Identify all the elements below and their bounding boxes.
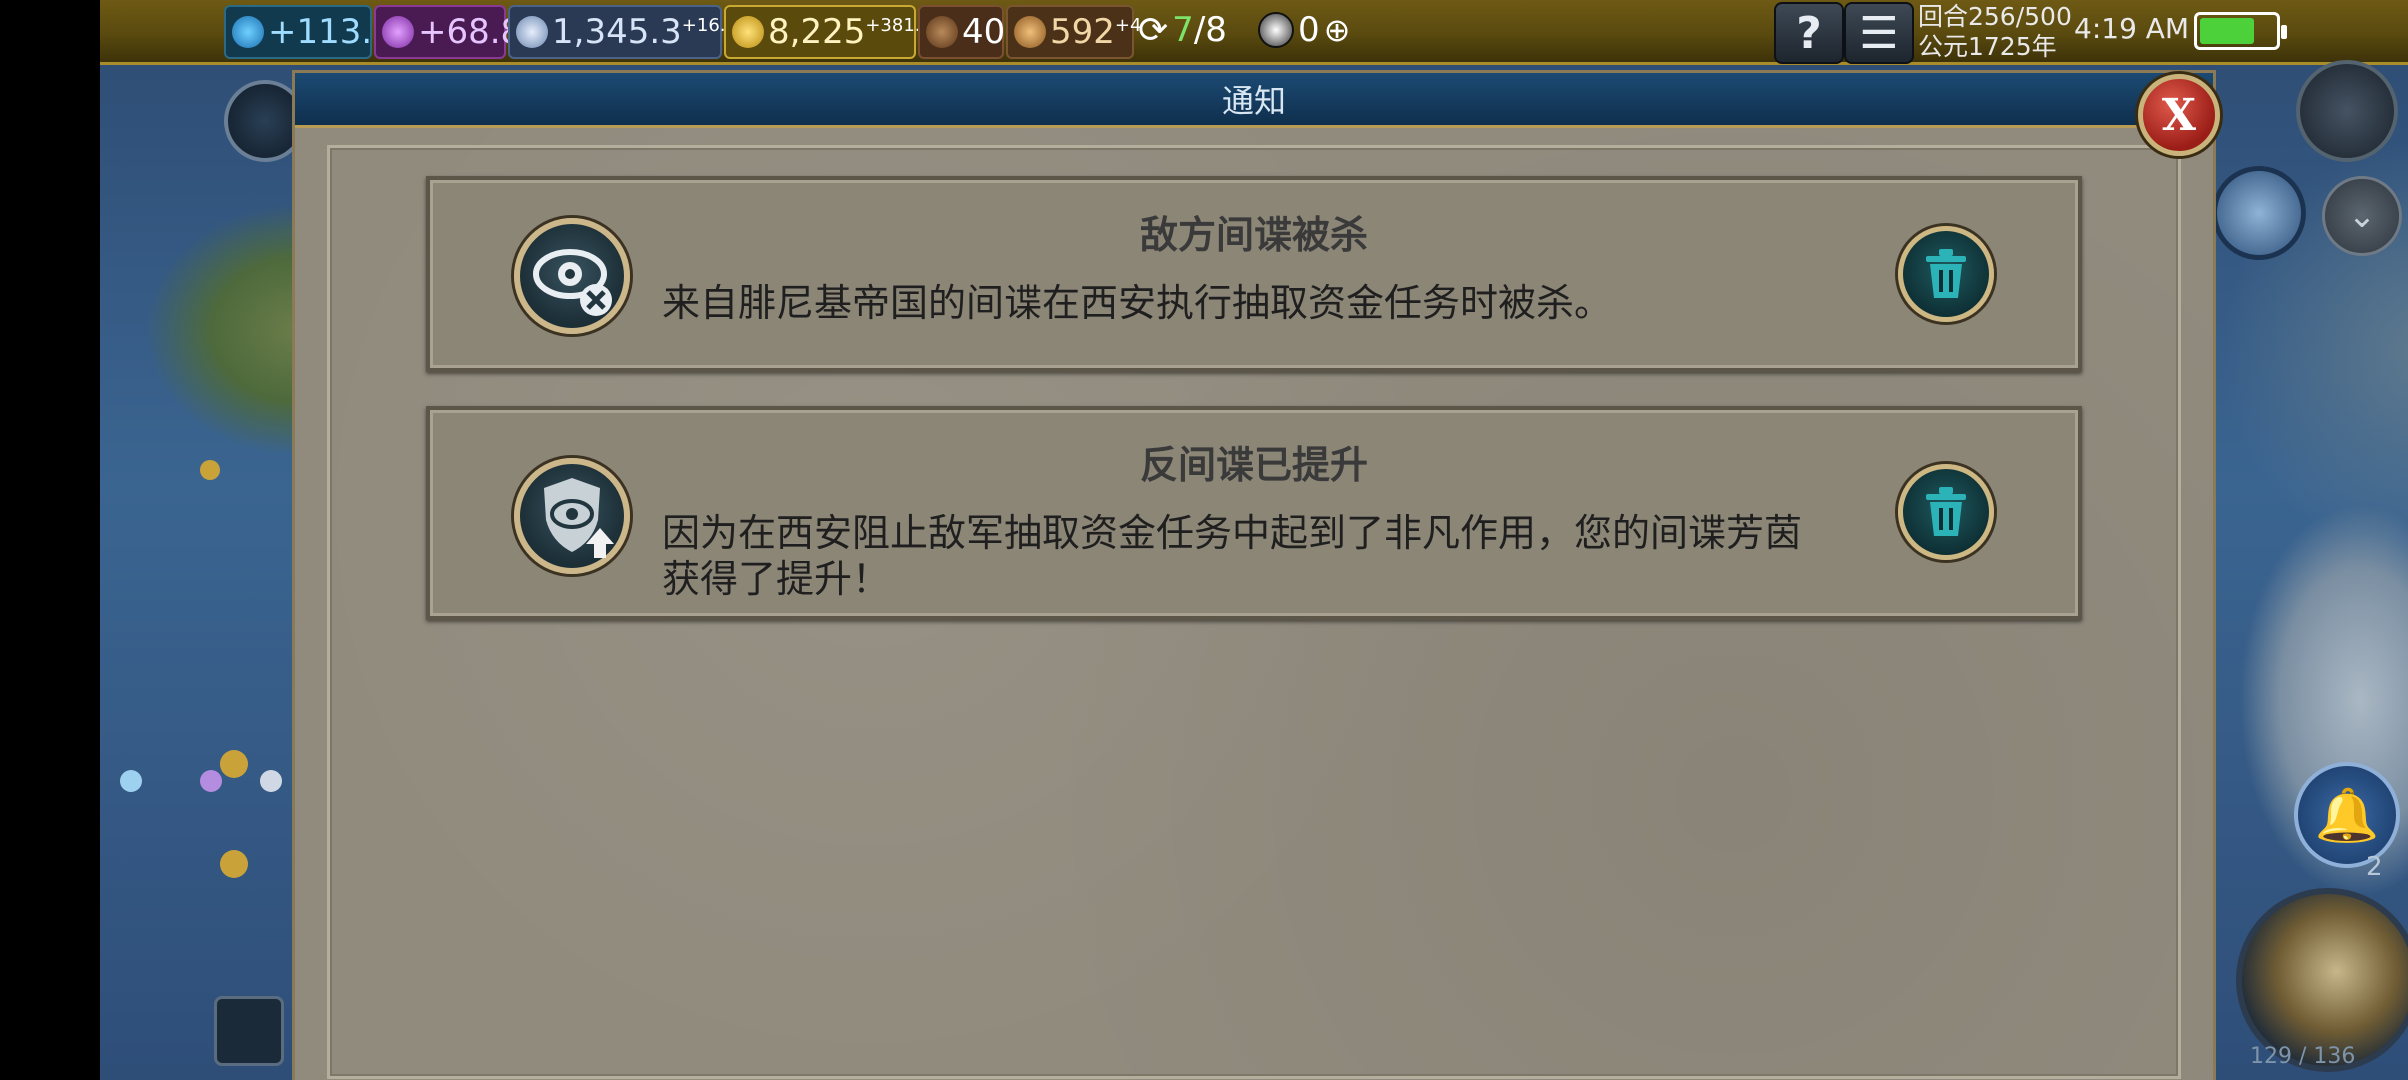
culture-icon xyxy=(382,16,414,48)
leader-portrait-button[interactable] xyxy=(2296,60,2398,162)
top-status-bar: +113.7 +68.8 1,345.3 +16.6 8,225 +381.9 … xyxy=(100,0,2408,65)
trash-icon xyxy=(1926,487,1966,536)
tourism-value: 592 xyxy=(1050,12,1115,52)
notifications-bell-button[interactable]: 🔔 xyxy=(2294,762,2400,868)
close-icon: X xyxy=(2161,89,2197,141)
trade-routes-value: 7 xyxy=(1172,10,1194,50)
trade-icon xyxy=(926,16,958,48)
delete-notification-button[interactable] xyxy=(1898,464,1994,560)
hamburger-menu-icon: ☰ xyxy=(1859,7,1899,59)
map-unit-marker[interactable] xyxy=(120,770,142,792)
gold-icon xyxy=(732,16,764,48)
notification-card-counterspy-promoted[interactable]: 反间谍已提升 因为在西安阻止敌军抽取资金任务中起到了非凡作用，您的间谍芳茵 获得… xyxy=(426,406,2082,620)
spy-icon xyxy=(1258,12,1294,48)
notification-text: 来自腓尼基帝国的间谍在西安执行抽取资金任务时被杀。 xyxy=(662,281,1613,325)
spies-value: 0 xyxy=(1298,10,1320,50)
turn-counter: 回合256/500 xyxy=(1918,2,2072,31)
faith-icon xyxy=(516,16,548,48)
gold-value: 8,225 xyxy=(768,12,866,52)
delete-notification-button[interactable] xyxy=(1898,226,1994,322)
spies-resource[interactable]: 0 ⊕ xyxy=(1252,5,1352,55)
map-city-marker[interactable] xyxy=(220,850,248,878)
notification-text-line-2: 获得了提升！ xyxy=(662,557,891,601)
culture-value: +68.8 xyxy=(418,12,523,52)
clock: 4:19 AM xyxy=(2074,12,2190,45)
turn-info: 回合256/500 公元1725年 xyxy=(1918,2,2072,62)
notification-text-line-1: 因为在西安阻止敌军抽取资金任务中起到了非凡作用，您的间谍芳茵 xyxy=(662,511,1803,555)
culture-resource[interactable]: +68.8 xyxy=(374,5,522,59)
notification-title: 敌方间谍被杀 xyxy=(1139,213,1368,257)
faith-value: 1,345.3 xyxy=(552,12,682,52)
science-icon xyxy=(232,16,264,48)
bell-icon: 🔔 xyxy=(2314,785,2380,846)
tourism-icon xyxy=(1014,16,1046,48)
trade-resource[interactable]: 40 xyxy=(918,5,1006,59)
menu-button[interactable]: ☰ xyxy=(1844,2,1914,64)
refresh-icon: ⟳ xyxy=(1138,9,1169,51)
help-button[interactable]: ? xyxy=(1774,2,1844,64)
trade-value: 40 xyxy=(962,12,1006,52)
trash-icon xyxy=(1926,249,1966,298)
help-label: ? xyxy=(1796,7,1822,59)
battery-level xyxy=(2200,18,2255,44)
battery-icon xyxy=(2194,12,2287,50)
notification-title: 反间谍已提升 xyxy=(1139,443,1368,487)
dialog-title: 通知 xyxy=(1221,82,1286,120)
close-button[interactable]: X xyxy=(2138,74,2220,156)
expand-dropdown-button[interactable]: ⌄ xyxy=(2322,176,2402,256)
notification-text: 因为在西安阻止敌军抽取资金任务中起到了非凡作用，您的间谍芳茵 获得了提升！ xyxy=(662,510,1862,602)
map-unit-marker[interactable] xyxy=(200,770,222,792)
map-unit-marker[interactable] xyxy=(260,770,282,792)
science-resource[interactable]: +113.7 xyxy=(224,5,394,59)
add-icon[interactable]: ⊕ xyxy=(1324,11,1351,49)
gold-resource[interactable]: 8,225 +381.9 xyxy=(724,5,932,59)
trade-routes-max: /8 xyxy=(1193,10,1227,50)
religion-button[interactable] xyxy=(2212,166,2306,260)
trade-routes-resource[interactable]: ⟳ 7 /8 xyxy=(1136,5,1246,55)
tourism-resource[interactable]: 592 +4 xyxy=(1006,5,1141,59)
notification-card-spy-killed[interactable]: 敌方间谍被杀 来自腓尼基帝国的间谍在西安执行抽取资金任务时被杀。 xyxy=(426,176,2082,372)
dialog-header: 通知 xyxy=(295,73,2213,128)
faith-resource[interactable]: 1,345.3 +16.6 xyxy=(508,5,737,59)
unit-counter: 129 / 136 xyxy=(2250,1044,2356,1069)
current-year: 公元1725年 xyxy=(1918,32,2057,61)
map-city-marker[interactable] xyxy=(220,750,248,778)
battery-tip xyxy=(2281,25,2287,39)
chevron-down-icon: ⌄ xyxy=(2347,196,2377,236)
minimap-toggle-button[interactable] xyxy=(214,996,284,1066)
notification-count: 2 xyxy=(2366,852,2383,882)
map-city-marker[interactable] xyxy=(200,460,220,480)
